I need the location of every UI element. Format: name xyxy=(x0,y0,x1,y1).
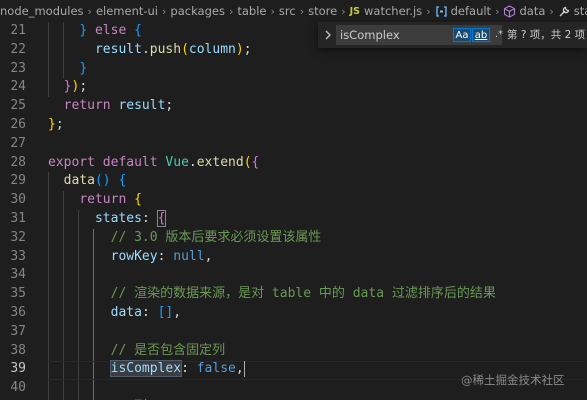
line-number: 23 xyxy=(10,60,26,76)
watermark: @稀土掘金技术社区 xyxy=(461,373,565,387)
line-code[interactable]: data: [], xyxy=(48,304,181,323)
chevron-right-icon: › xyxy=(270,4,275,18)
chevron-right-icon: › xyxy=(228,4,234,18)
javascript-file-icon: JS xyxy=(349,5,361,17)
line-number: 30 xyxy=(10,192,26,208)
line-code[interactable]: }; xyxy=(48,116,64,135)
chevron-right-icon: › xyxy=(87,4,92,18)
code-line: 35 // 渲染的数据来源，是对 table 中的 data 过滤排序后的结果 xyxy=(0,285,587,304)
code-line: 25 return result; xyxy=(0,97,587,116)
line-code[interactable]: result.push(column); xyxy=(48,41,252,60)
code-editor[interactable]: 21 } else { 22 result.push(column); 23 }… xyxy=(0,22,587,400)
chevron-right-icon: › xyxy=(426,4,431,18)
code-line: 34 xyxy=(0,266,587,285)
line-code[interactable]: // 渲染的数据来源，是对 table 中的 data 过滤排序后的结果 xyxy=(48,285,496,304)
line-code[interactable]: data() { xyxy=(48,172,127,191)
code-line: 33 rowKey: null, xyxy=(0,248,587,267)
line-code[interactable]: return { xyxy=(48,191,142,210)
search-match-highlight: isComplex xyxy=(109,360,183,378)
line-code[interactable]: rowKey: null, xyxy=(48,248,213,267)
code-line: 28 export default Vue.extend({ xyxy=(0,154,587,173)
chevron-right-icon: › xyxy=(162,4,167,18)
breadcrumb: node_modules › element-ui › packages › t… xyxy=(0,0,587,22)
breadcrumb-item-states[interactable]: states xyxy=(558,4,587,18)
line-number: 39 xyxy=(10,361,26,377)
find-input[interactable]: isComplex Aa ab .* xyxy=(336,25,503,45)
match-case-toggle[interactable]: Aa xyxy=(453,28,471,42)
chevron-right-icon: › xyxy=(341,4,346,18)
line-code[interactable]: isComplex: false, xyxy=(48,360,245,379)
breadcrumb-item-src[interactable]: src xyxy=(279,4,296,18)
line-number: 21 xyxy=(10,23,26,38)
line-number: 34 xyxy=(10,267,26,283)
line-code[interactable]: // 是否包含固定列 xyxy=(48,342,225,361)
line-code[interactable]: states: { xyxy=(48,210,167,229)
line-number: 28 xyxy=(10,154,26,170)
line-code[interactable]: } else { xyxy=(48,22,142,41)
line-number: 29 xyxy=(10,173,26,189)
breadcrumb-item-packages[interactable]: packages xyxy=(170,4,225,18)
breadcrumb-item-node-modules[interactable]: node_modules xyxy=(0,4,84,18)
text-cursor xyxy=(243,360,245,377)
code-line: 27 xyxy=(0,135,587,154)
breadcrumb-item-data[interactable]: data xyxy=(503,4,545,18)
line-number: 22 xyxy=(10,41,26,57)
line-number: 31 xyxy=(10,211,26,226)
line-number: 38 xyxy=(10,342,26,358)
wrench-property-icon xyxy=(558,5,571,18)
line-code[interactable]: // 3.0 版本后要求必须设置该属性 xyxy=(48,229,322,248)
line-number: 36 xyxy=(10,305,26,320)
code-line: 30 return { xyxy=(0,191,587,210)
chevron-right-icon: › xyxy=(495,4,500,18)
cube-method-icon xyxy=(503,4,516,18)
line-number: 37 xyxy=(10,323,26,339)
line-code[interactable]: return result; xyxy=(48,97,174,116)
breadcrumb-item-default[interactable]: default xyxy=(435,4,491,18)
line-number: 35 xyxy=(10,286,26,302)
line-number: 24 xyxy=(10,79,26,95)
line-number: 32 xyxy=(10,229,26,245)
toggle-replace-button[interactable] xyxy=(323,28,333,42)
chevron-right-icon: › xyxy=(299,4,305,18)
breadcrumb-item-watcher-js[interactable]: JS watcher.js xyxy=(350,4,423,18)
find-result-count: 第 ? 项，共 2 项 xyxy=(507,29,586,41)
line-number: 26 xyxy=(10,117,26,132)
code-line: 31 states: { xyxy=(0,210,587,229)
code-line: 32 // 3.0 版本后要求必须设置该属性 xyxy=(0,229,587,248)
line-code[interactable]: } xyxy=(48,60,87,79)
code-line: 26 }; xyxy=(0,116,587,135)
breadcrumb-item-table[interactable]: table xyxy=(237,4,266,18)
find-widget: isComplex Aa ab .* 第 ? 项，共 2 项 xyxy=(318,22,587,48)
line-code[interactable]: export default Vue.extend({ xyxy=(48,154,259,173)
line-number: 27 xyxy=(10,135,26,151)
code-line: 24 }); xyxy=(0,78,587,97)
line-code[interactable]: }); xyxy=(48,78,87,97)
line-number: 40 xyxy=(10,380,26,396)
breadcrumb-item-store[interactable]: store xyxy=(308,4,337,18)
boolean-literal: false xyxy=(196,361,236,377)
code-line: 38 // 是否包含固定列 xyxy=(0,342,587,361)
code-line: 36 data: [], xyxy=(0,304,587,323)
code-line: 29 data() { xyxy=(0,172,587,191)
chevron-right-icon xyxy=(325,30,331,40)
module-symbol-icon xyxy=(435,5,448,17)
line-number: 33 xyxy=(10,248,26,264)
chevron-right-icon: › xyxy=(549,4,554,18)
breadcrumb-item-element-ui[interactable]: element-ui xyxy=(96,4,158,18)
code-line: 37 xyxy=(0,323,587,342)
code-line: 23 } xyxy=(0,60,587,79)
find-input-value: isComplex xyxy=(340,28,400,42)
match-whole-word-toggle[interactable]: ab xyxy=(472,28,490,42)
line-number: 25 xyxy=(10,98,26,114)
use-regex-toggle[interactable]: .* xyxy=(491,28,507,42)
